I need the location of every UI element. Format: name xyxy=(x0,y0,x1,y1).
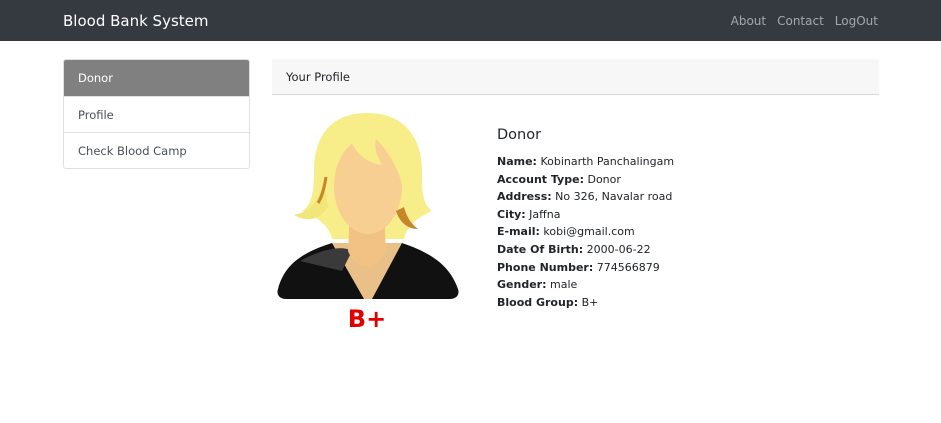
sidebar-item-check-blood-camp[interactable]: Check Blood Camp xyxy=(64,132,249,168)
blood-group-badge: B+ xyxy=(347,305,387,333)
nav-links: About Contact LogOut xyxy=(731,14,878,28)
field-email: E-mail: kobi@gmail.com xyxy=(497,225,635,239)
field-city: City: Jaffna xyxy=(497,207,561,221)
card-header: Your Profile xyxy=(272,59,879,95)
field-gender: Gender: male xyxy=(497,278,578,292)
nav-link-logout[interactable]: LogOut xyxy=(835,14,878,28)
profile-details: Donor Name: Kobinarth Panchalingam Accou… xyxy=(497,127,857,311)
sidebar-item-donor[interactable]: Donor xyxy=(64,60,249,96)
field-address: Address: No 326, Navalar road xyxy=(497,190,673,204)
field-name: Name: Kobinarth Panchalingam xyxy=(497,155,675,168)
field-blood-group: Blood Group: B+ xyxy=(497,295,599,309)
sidebar-item-profile[interactable]: Profile xyxy=(64,96,249,132)
donor-avatar xyxy=(277,113,459,299)
profile-heading: Donor xyxy=(497,127,542,143)
nav-link-about[interactable]: About xyxy=(731,14,766,28)
nav-link-contact[interactable]: Contact xyxy=(777,14,824,28)
brand-title[interactable]: Blood Bank System xyxy=(63,12,208,30)
field-date-of-birth: Date Of Birth: 2000-06-22 xyxy=(497,242,651,256)
field-account-type: Account Type: Donor xyxy=(497,172,621,186)
field-phone-number: Phone Number: 774566879 xyxy=(497,260,660,274)
top-navbar: Blood Bank System About Contact LogOut xyxy=(0,0,941,41)
sidebar-menu: Donor Profile Check Blood Camp xyxy=(63,59,250,169)
